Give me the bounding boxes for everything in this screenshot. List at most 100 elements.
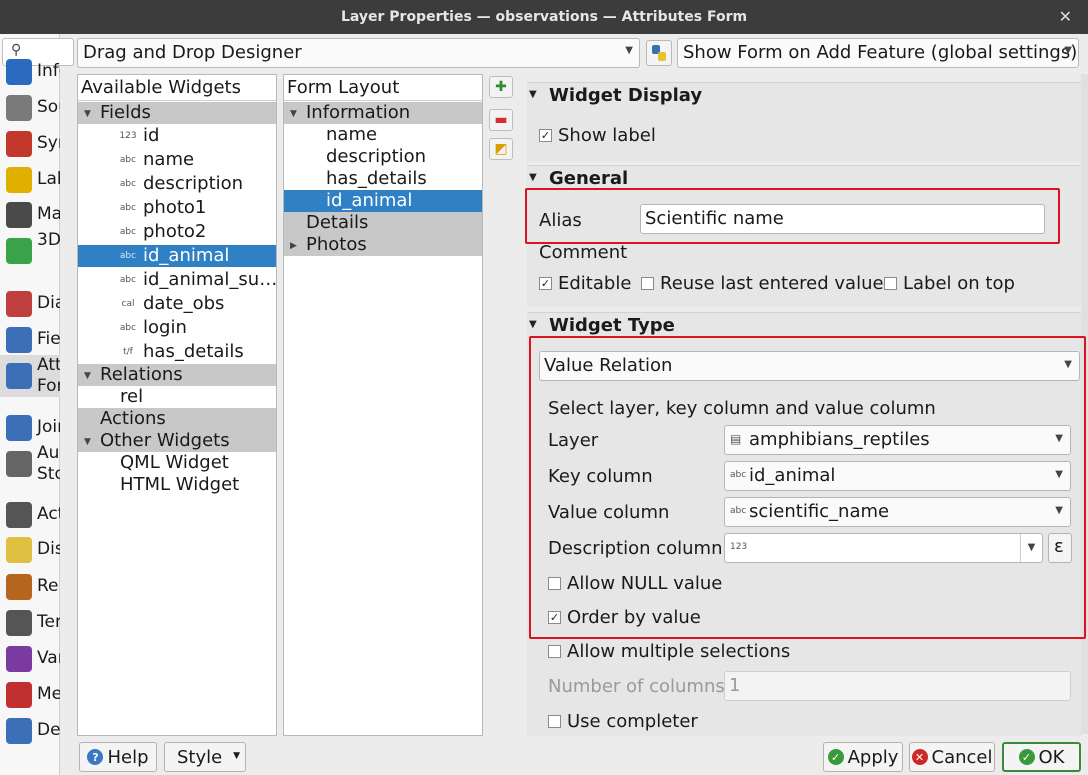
nav-item-attributes-form[interactable]: Attributes Form <box>0 355 60 397</box>
field-type-icon: abc <box>119 251 137 261</box>
nav-item-masks[interactable]: Masks <box>0 198 60 232</box>
available-widgets-panel: Available Widgets ▼ Fields 123 id abc name abc… <box>77 74 277 736</box>
cancel-icon: ✕ <box>911 749 928 765</box>
epsilon-icon <box>6 646 32 672</box>
expand-triangle-icon[interactable]: ▼ <box>84 431 91 453</box>
field-item[interactable]: abc id_animal_su… <box>78 269 277 291</box>
show-label-checkbox[interactable]: ✓ Show label <box>539 125 656 146</box>
expand-triangle-icon[interactable]: ▼ <box>290 103 297 125</box>
nav-item-label: Masks <box>37 204 60 224</box>
minus-icon: ▬ <box>494 112 508 128</box>
use-completer-checkbox[interactable]: Use completer <box>548 711 698 732</box>
nav-item-source[interactable]: Source <box>0 91 60 125</box>
clock-icon <box>6 610 32 636</box>
other-widget-item[interactable]: HTML Widget <box>78 474 276 496</box>
highlight-alias <box>525 188 1060 244</box>
field-item[interactable]: abc photo1 <box>78 197 276 219</box>
tab-information[interactable]: ▼ Information <box>284 102 482 124</box>
nav-item-label: Display <box>37 539 60 559</box>
nav-item-display[interactable]: Display <box>0 533 60 567</box>
nav-item-3d-view[interactable]: 3D View <box>0 230 60 272</box>
style-menu-button[interactable]: Style ▼ <box>164 742 246 772</box>
help-button[interactable]: ? Help <box>79 742 157 772</box>
group-fields[interactable]: ▼ Fields <box>78 102 276 124</box>
nav-item-label: Joins <box>37 417 60 437</box>
nav-item-auxiliary-storage[interactable]: Auxiliary Storage <box>0 443 60 485</box>
ok-button[interactable]: ✓ OK <box>1002 742 1081 772</box>
nav-item-dependencies[interactable]: Dependencies <box>0 714 60 748</box>
field-type-icon: abc <box>119 323 137 333</box>
nav-item-joins[interactable]: Joins <box>0 411 60 445</box>
field-type-icon: abc <box>119 227 137 237</box>
nav-item-labels[interactable]: Labels <box>0 163 60 197</box>
apply-button[interactable]: ✓ Apply <box>823 742 903 772</box>
layout-field-item[interactable]: description <box>284 146 482 168</box>
field-item[interactable]: t/f has_details <box>78 341 276 363</box>
expand-triangle-icon[interactable]: ▼ <box>84 103 91 125</box>
tab-photos[interactable]: ▶ Photos <box>284 234 482 256</box>
tree-item-label: has_details <box>143 341 244 362</box>
collapse-triangle-icon[interactable]: ▼ <box>529 89 537 100</box>
nav-item-temporal[interactable]: Temporal <box>0 606 60 640</box>
collapse-triangle-icon[interactable]: ▼ <box>529 172 537 183</box>
allow-multiple-checkbox[interactable]: Allow multiple selections <box>548 641 790 662</box>
nav-item-diagrams[interactable]: Diagrams <box>0 287 60 321</box>
field-item[interactable]: cal date_obs <box>78 293 276 315</box>
field-item[interactable]: abc id_animal <box>78 245 276 267</box>
field-type-icon: cal <box>121 299 135 309</box>
nav-item-variables[interactable]: Variables <box>0 642 60 676</box>
nav-item-label: Diagrams <box>37 293 60 313</box>
designer-combo[interactable]: Drag and Drop Designer ▼ <box>77 38 640 68</box>
field-item[interactable]: abc description <box>78 173 276 195</box>
checkbox-checked-icon: ✓ <box>539 277 552 290</box>
available-widgets-header: Available Widgets <box>78 75 276 101</box>
tab-details[interactable]: Details <box>284 212 482 234</box>
layout-field-item[interactable]: id_animal <box>284 190 482 212</box>
layout-field-item[interactable]: name <box>284 124 482 146</box>
add-container-button[interactable]: ✚ <box>489 76 513 98</box>
relation-item[interactable]: rel <box>78 386 276 408</box>
other-widget-item[interactable]: QML Widget <box>78 452 276 474</box>
nav-item-information[interactable]: Information <box>0 55 60 89</box>
form-layout-header: Form Layout <box>284 75 482 101</box>
group-other-widgets[interactable]: ▼ Other Widgets <box>78 430 276 452</box>
tree-item-label: Actions <box>100 408 166 429</box>
invert-selection-button[interactable]: ◩ <box>489 138 513 160</box>
nav-item-fields[interactable]: Fields <box>0 323 60 357</box>
field-item[interactable]: abc name <box>78 149 276 171</box>
nav-item-rendering[interactable]: Rendering <box>0 570 60 604</box>
reuse-last-value-checkbox[interactable]: Reuse last entered value <box>641 273 884 294</box>
widget-type-title: Widget Type <box>549 315 675 336</box>
group-relations[interactable]: ▼ Relations <box>78 364 276 386</box>
show-form-combo[interactable]: Show Form on Add Feature (global setting… <box>677 38 1079 68</box>
brush-icon <box>6 574 32 600</box>
field-item[interactable]: abc photo2 <box>78 221 276 243</box>
expand-triangle-icon[interactable]: ▼ <box>84 365 91 387</box>
cancel-button[interactable]: ✕ Cancel <box>909 742 995 772</box>
editable-checkbox[interactable]: ✓ Editable <box>539 273 631 294</box>
group-actions[interactable]: Actions <box>78 408 276 430</box>
python-init-button[interactable] <box>646 40 672 66</box>
nav-item-label: Auxiliary Storage <box>37 443 60 484</box>
field-item[interactable]: abc login <box>78 317 276 339</box>
field-item[interactable]: 123 id <box>78 125 276 147</box>
close-icon[interactable]: ✕ <box>1059 7 1072 26</box>
check-icon: ✓ <box>827 749 844 765</box>
tree-item-label: id_animal <box>143 245 230 266</box>
nav-item-label: Metadata <box>37 684 60 704</box>
gear-icon <box>6 502 32 528</box>
remove-button[interactable]: ▬ <box>489 109 513 131</box>
nav-item-symbology[interactable]: Symbology <box>0 127 60 161</box>
nav-item-metadata[interactable]: Metadata <box>0 678 60 712</box>
label-on-top-checkbox[interactable]: Label on top <box>884 273 1015 294</box>
form-icon <box>6 363 32 389</box>
window-title: Layer Properties — observations — Attrib… <box>340 9 748 25</box>
comment-label: Comment <box>539 242 628 263</box>
plus-icon: ✚ <box>495 79 507 95</box>
collapse-triangle-icon[interactable]: ▼ <box>529 319 537 330</box>
nav-item-label: Attributes Form <box>37 355 60 396</box>
expand-triangle-icon[interactable]: ▶ <box>290 235 297 257</box>
tree-item-label: name <box>143 149 195 170</box>
layout-field-item[interactable]: has_details <box>284 168 482 190</box>
nav-item-actions[interactable]: Actions <box>0 498 60 532</box>
